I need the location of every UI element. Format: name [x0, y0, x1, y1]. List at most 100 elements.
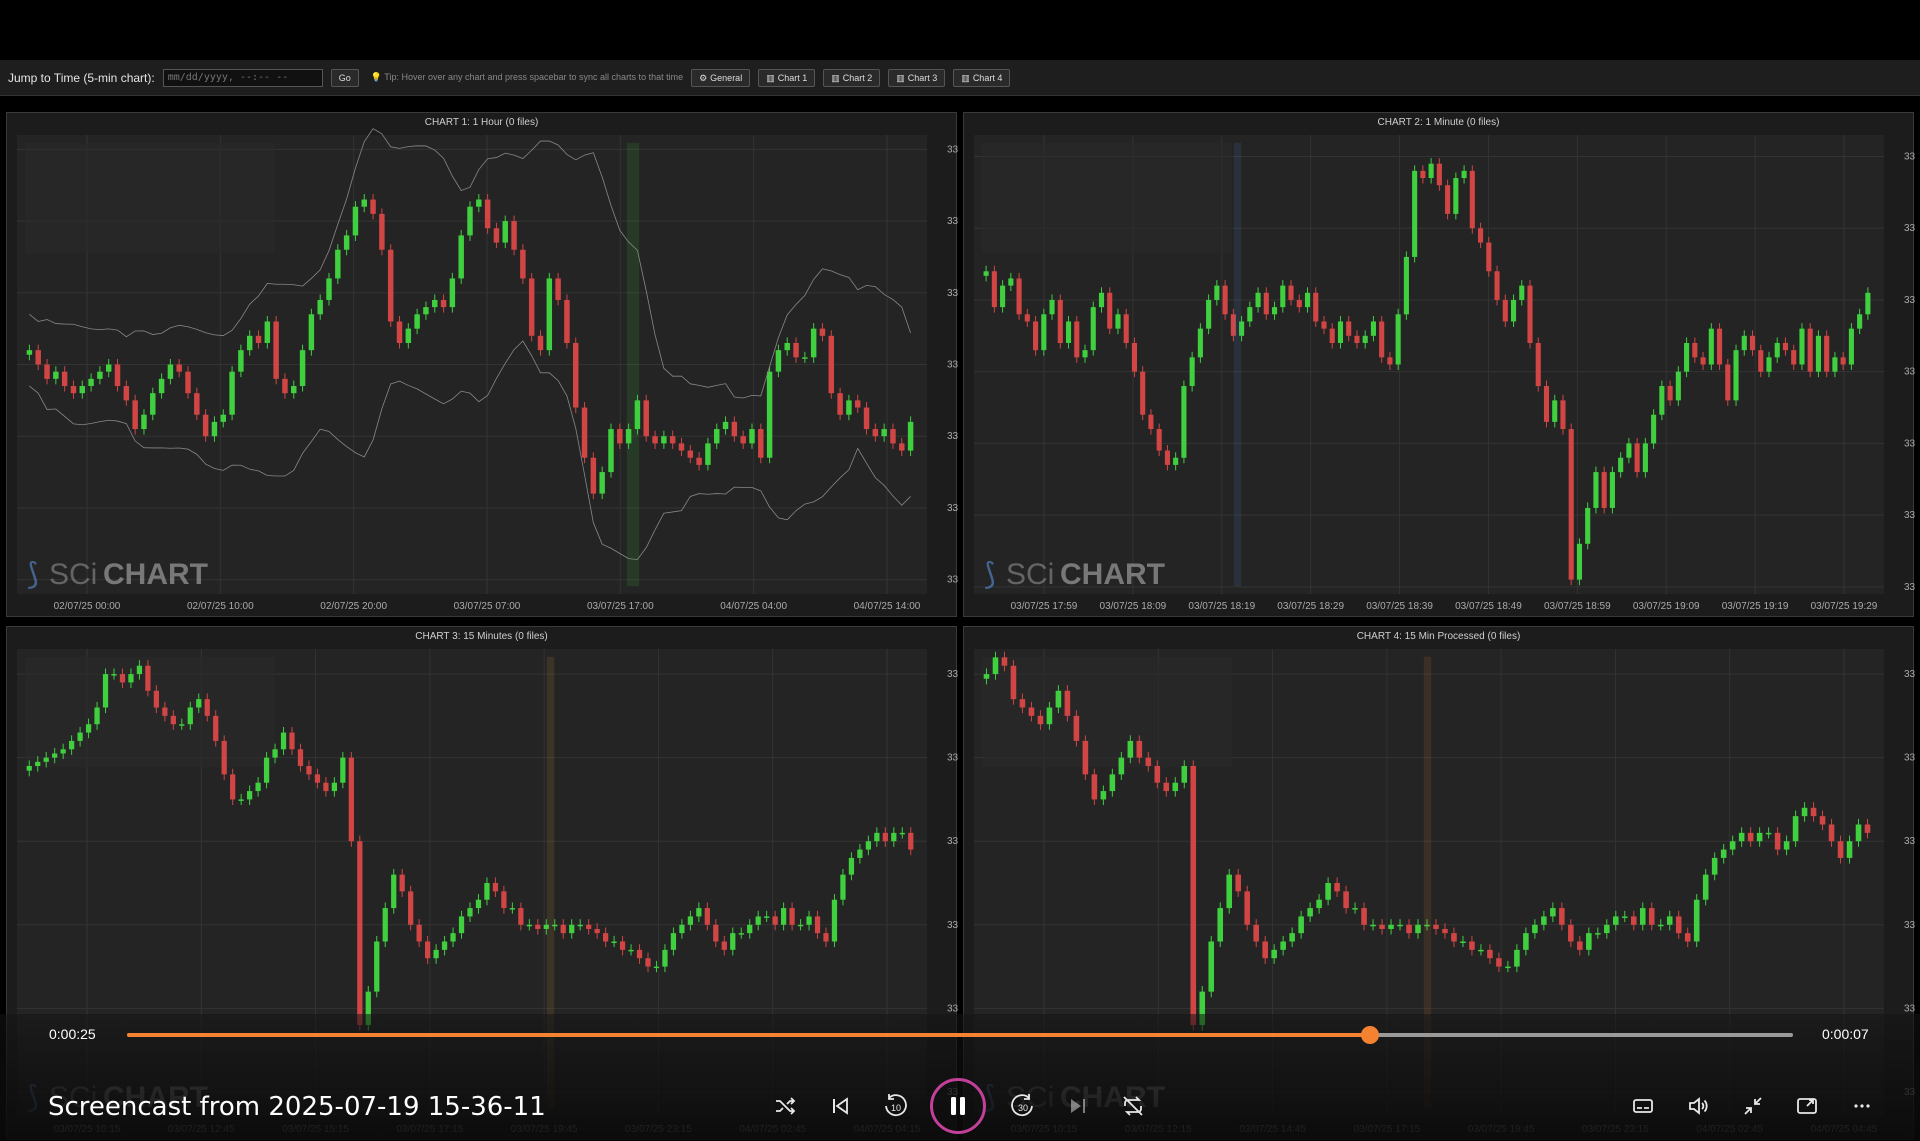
candle-body	[1832, 357, 1838, 372]
more-options-button[interactable]	[1846, 1090, 1878, 1122]
forward-button[interactable]: 30	[1007, 1090, 1039, 1122]
candle-body	[204, 699, 210, 716]
shuffle-button[interactable]	[769, 1090, 801, 1122]
candle-body	[1325, 883, 1331, 900]
candle-body	[1041, 314, 1047, 351]
tab-chart-1-label: Chart 1	[777, 72, 808, 83]
progress-fill	[127, 1033, 1370, 1037]
candle-body	[1329, 328, 1335, 343]
chart-panel-1[interactable]: CHART 1: 1 Hour (0 files) 3370.003360.00…	[6, 112, 958, 618]
candle-body	[246, 335, 253, 351]
chart-canvas[interactable]: 3370.00 3360.00 3350.00 3340.00 3330.00 3320.…	[7, 113, 958, 618]
candle-body	[221, 740, 227, 775]
tab-chart-3[interactable]: ▥ Chart 3	[888, 68, 946, 87]
candle-body	[670, 933, 677, 950]
candle-body	[802, 357, 808, 359]
next-button[interactable]	[1062, 1090, 1094, 1122]
candle-body	[1523, 933, 1529, 950]
candle-body	[85, 724, 92, 733]
chart-canvas[interactable]: 3330.00 3329.50 3329.00 3328.50 3328.00 3327.…	[964, 113, 1915, 618]
x-tick-label: 03/07/25 18:09	[1100, 601, 1167, 612]
candle-body	[1729, 841, 1736, 850]
candle-body	[1453, 178, 1459, 214]
candle-body	[1741, 335, 1747, 351]
candle-body	[1008, 278, 1014, 286]
candle-body	[187, 707, 193, 725]
progress-bar[interactable]	[127, 1026, 1793, 1044]
top-black-bar	[0, 0, 1920, 60]
tab-chart-2[interactable]: ▥ Chart 2	[823, 68, 881, 87]
candle-body	[1263, 292, 1269, 315]
candle-body	[238, 350, 244, 372]
candle-body	[53, 371, 59, 379]
candle-body	[810, 328, 817, 358]
candle-body	[1747, 832, 1754, 842]
candle-body	[1217, 908, 1224, 942]
candle-body	[1098, 292, 1105, 308]
captions-button[interactable]	[1627, 1090, 1659, 1122]
scichart-logo-icon: ⟆	[984, 557, 996, 592]
candle-body	[992, 657, 999, 675]
candle-body	[1321, 321, 1327, 329]
candle-body	[450, 933, 456, 942]
candle-body	[1720, 849, 1727, 858]
candle-body	[687, 916, 694, 925]
candle-body	[1428, 163, 1434, 179]
mini-player-button[interactable]	[1791, 1090, 1823, 1122]
candle-body	[1815, 335, 1821, 372]
candle-body	[636, 949, 643, 959]
candle-body	[35, 761, 41, 766]
candle-body	[1154, 766, 1161, 783]
candle-body	[872, 429, 879, 437]
candle-body	[1601, 472, 1607, 508]
candle-body	[361, 199, 367, 207]
captions-icon	[1633, 1099, 1653, 1113]
candle-body	[1684, 342, 1690, 372]
y-tick-label: 3310.00	[947, 575, 958, 586]
rewind-button[interactable]: 10	[879, 1090, 911, 1122]
candle-body	[1197, 328, 1203, 358]
candle-body	[1642, 443, 1648, 473]
candle-body	[1262, 941, 1268, 959]
exit-fullscreen-button[interactable]	[1737, 1090, 1769, 1122]
candle-body	[1173, 457, 1179, 465]
candle-body	[611, 941, 617, 943]
candle-body	[1271, 307, 1278, 315]
candle-body	[797, 924, 804, 927]
candle-body	[1361, 908, 1367, 925]
pause-button[interactable]	[930, 1078, 986, 1134]
repeat-off-button[interactable]	[1117, 1090, 1149, 1122]
candle-body	[317, 299, 323, 315]
candle-body	[511, 221, 517, 250]
y-tick-label: 3327.50	[1904, 510, 1915, 521]
candle-body	[730, 933, 736, 950]
candle-body	[432, 299, 438, 308]
candle-body	[111, 674, 117, 676]
candle-body	[272, 749, 278, 758]
candle-body	[1226, 874, 1233, 909]
progress-handle[interactable]	[1360, 1026, 1379, 1044]
tab-chart-4[interactable]: ▥ Chart 4	[953, 68, 1011, 87]
candle-body	[1496, 958, 1502, 967]
candle-body	[331, 782, 338, 792]
candle-body	[1774, 832, 1781, 850]
previous-button[interactable]	[824, 1090, 856, 1122]
candle-body	[991, 271, 997, 308]
watermark-sci: SCi	[1006, 558, 1054, 591]
candle-body	[560, 924, 566, 934]
candle-body	[1577, 941, 1583, 950]
candle-body	[1864, 824, 1871, 833]
volume-button[interactable]	[1682, 1090, 1714, 1122]
go-button[interactable]: Go	[330, 68, 359, 87]
candle-body	[399, 874, 405, 892]
tab-general[interactable]: ⚙ General	[691, 68, 751, 87]
candle-body	[1774, 342, 1780, 358]
date-time-input[interactable]	[162, 68, 323, 87]
candle-body	[1000, 285, 1006, 308]
candle-body	[1527, 285, 1533, 343]
x-tick-label: 02/07/25 10:00	[187, 601, 254, 612]
y-tick-label: 3360.00	[1904, 669, 1915, 680]
tab-chart-1[interactable]: ▥ Chart 1	[758, 68, 816, 87]
chart-panel-2[interactable]: CHART 2: 1 Minute (0 files) 3330.003329.…	[963, 112, 1915, 618]
candle-body	[1403, 256, 1409, 315]
